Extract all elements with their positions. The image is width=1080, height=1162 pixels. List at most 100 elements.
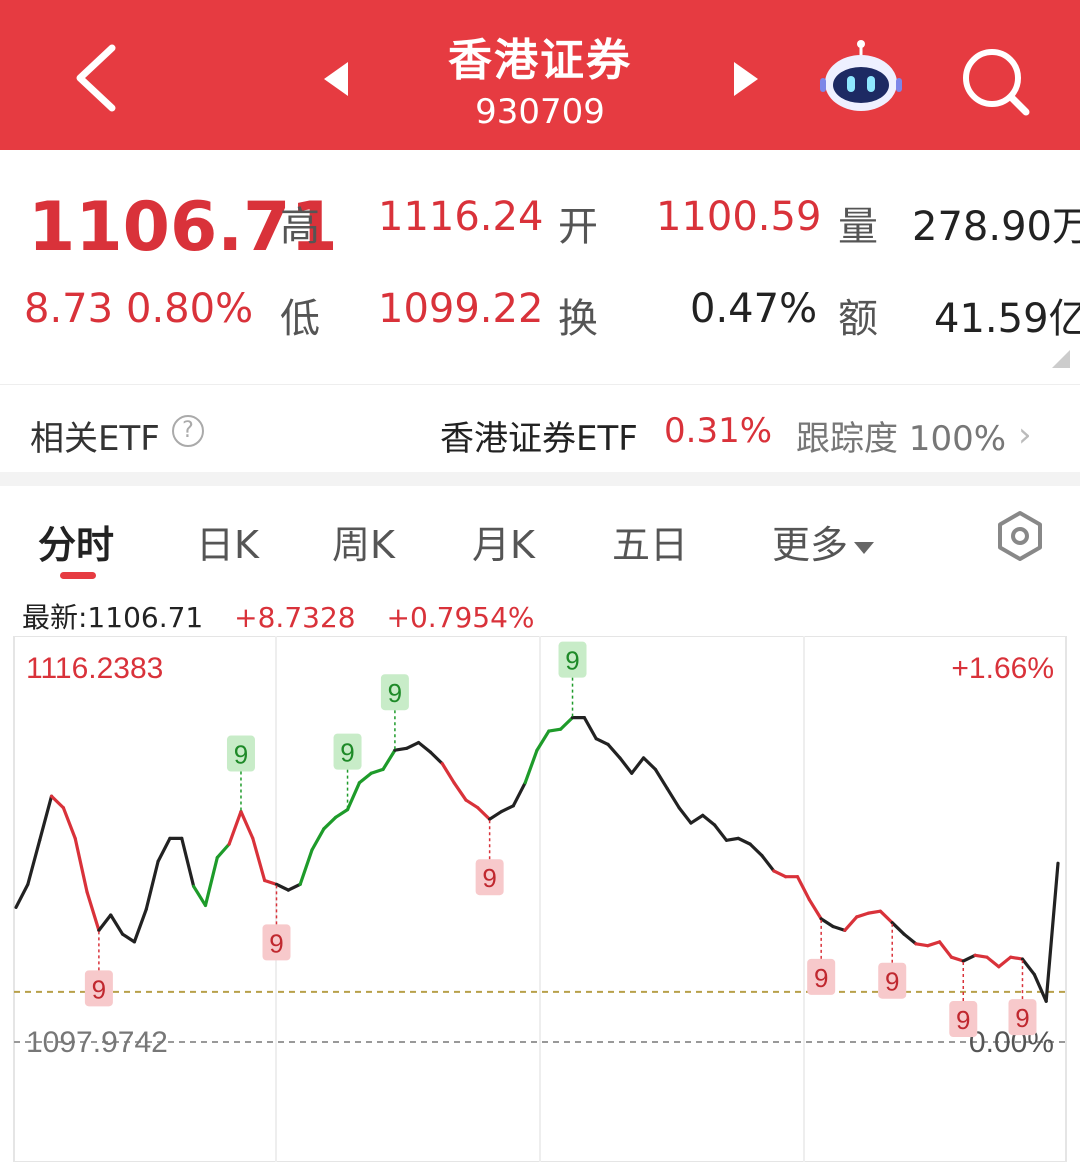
price-line-segment [251,836,267,883]
volume-value: 278.90万 [912,204,1080,250]
tab-weekly-k[interactable]: 周K [332,514,395,569]
price-line-segment [298,848,314,886]
price-line-segment [192,884,208,908]
tab-five-day[interactable]: 五日 [612,514,688,569]
price-line-segment [109,913,125,936]
latest-price: 最新:1106.71 [22,601,204,634]
next-stock-icon[interactable] [728,58,764,100]
etf-change-percent: 0.31% [664,411,773,451]
low-nine-marker: 9 [475,819,504,896]
search-icon[interactable] [958,44,1034,120]
price-line-segment [902,932,918,946]
top-bar: 香港证券 930709 [0,0,1080,150]
price-line-segment [61,806,77,840]
related-etf-bar[interactable]: 相关ETF ? 香港证券ETF 0.31% 跟踪度 100% › [0,384,1080,474]
price-line-segment [73,836,89,894]
chevron-right-icon[interactable]: › [1018,415,1032,455]
marker-label: 9 [234,740,248,770]
latest-change: +8.7328 [234,601,356,634]
low-nine-marker: 9 [949,961,978,1038]
tab-more[interactable]: 更多 [772,514,875,569]
price-line-segment [1020,957,1036,977]
intraday-chart[interactable]: 1116.2383 +1.66% 1097.9742 0.00% 9999999… [0,636,1080,1162]
high-nine-marker: 9 [380,674,409,751]
price-line-segment [452,781,468,802]
price-line-segment [38,794,54,842]
price-line-segment [855,911,871,919]
price-line-segment [677,806,693,825]
tab-more-label: 更多 [772,523,849,567]
price-line-segment [49,794,65,810]
price-line-segment [641,756,658,771]
latest-change-percent: +0.7954% [386,601,535,634]
high-label: 高 [280,204,320,250]
price-line-segment [345,781,361,812]
back-arrow-icon[interactable] [62,38,132,118]
price-line-segment [748,842,764,858]
high-nine-marker: 9 [226,735,255,812]
amount-value: 41.59亿 [934,296,1080,342]
open-value: 1100.59 [656,194,822,240]
pct-max-label: +1.66% [951,652,1054,685]
price-line-segment [132,907,148,944]
price-line-segment [97,913,113,932]
tab-intraday[interactable]: 分时 [38,514,114,569]
y-min-label: 1097.9742 [26,1026,168,1059]
low-value: 1099.22 [378,286,544,332]
price-line-segment [120,932,137,944]
price-line-segment [499,804,515,814]
price-line-segment [263,878,279,886]
low-nine-marker: 9 [807,918,836,995]
price-line-segment [997,955,1013,969]
marker-label: 9 [1015,1003,1029,1033]
settings-hexagon-icon[interactable] [994,510,1046,562]
high-nine-marker: 9 [558,641,587,718]
price-line-segment [535,729,551,752]
previous-stock-icon[interactable] [318,58,354,100]
etf-name: 香港证券ETF [440,419,638,459]
price-line-segment [14,882,30,909]
price-line-segment [606,742,622,760]
tab-monthly-k[interactable]: 月K [472,514,535,569]
price-line-segment [618,756,634,775]
turnover-value: 0.47% [690,286,818,332]
price-line-segment [772,869,788,879]
price-line-segment [203,855,219,908]
amount-label: 额 [838,296,878,342]
marker-label: 9 [956,1005,970,1035]
price-line-segment [724,836,740,842]
y-max-label: 1116.2383 [26,652,163,685]
price-change-percent: 0.80% [126,286,254,332]
price-line-segment [523,748,539,785]
price-line-segment [653,767,669,791]
price-line-segment [322,815,338,831]
price-line-segment [310,827,326,852]
tab-daily-k[interactable]: 日K [196,514,259,569]
price-line-segment [215,842,231,860]
open-label: 开 [558,204,598,250]
price-line-segment [286,882,302,892]
marker-label: 9 [814,963,828,993]
price-line-segment [393,746,409,752]
marker-label: 9 [340,738,354,768]
price-line-segment [594,737,610,747]
volume-label: 量 [838,204,878,250]
price-line-segment [227,809,243,846]
price-line-segment [85,890,101,932]
price-line-segment [961,953,977,963]
price-line-segment [464,798,480,810]
expand-corner-icon[interactable] [1052,350,1070,368]
marker-label: 9 [482,863,496,893]
price-line-segment [1044,861,1060,1003]
price-change: 8.73 [24,286,114,332]
price-line-segment [713,823,729,842]
price-line-segment [440,762,456,785]
help-icon[interactable]: ? [172,415,204,447]
price-line-segment [926,940,942,948]
price-line-segment [843,915,859,932]
price-line-segment [701,813,717,827]
price-line-segment [144,859,160,911]
latest-quote-line: 最新:1106.71 +8.7328 +0.7954% [22,596,557,636]
stock-name: 香港证券 [448,35,632,86]
robot-assistant-icon[interactable] [818,38,904,114]
